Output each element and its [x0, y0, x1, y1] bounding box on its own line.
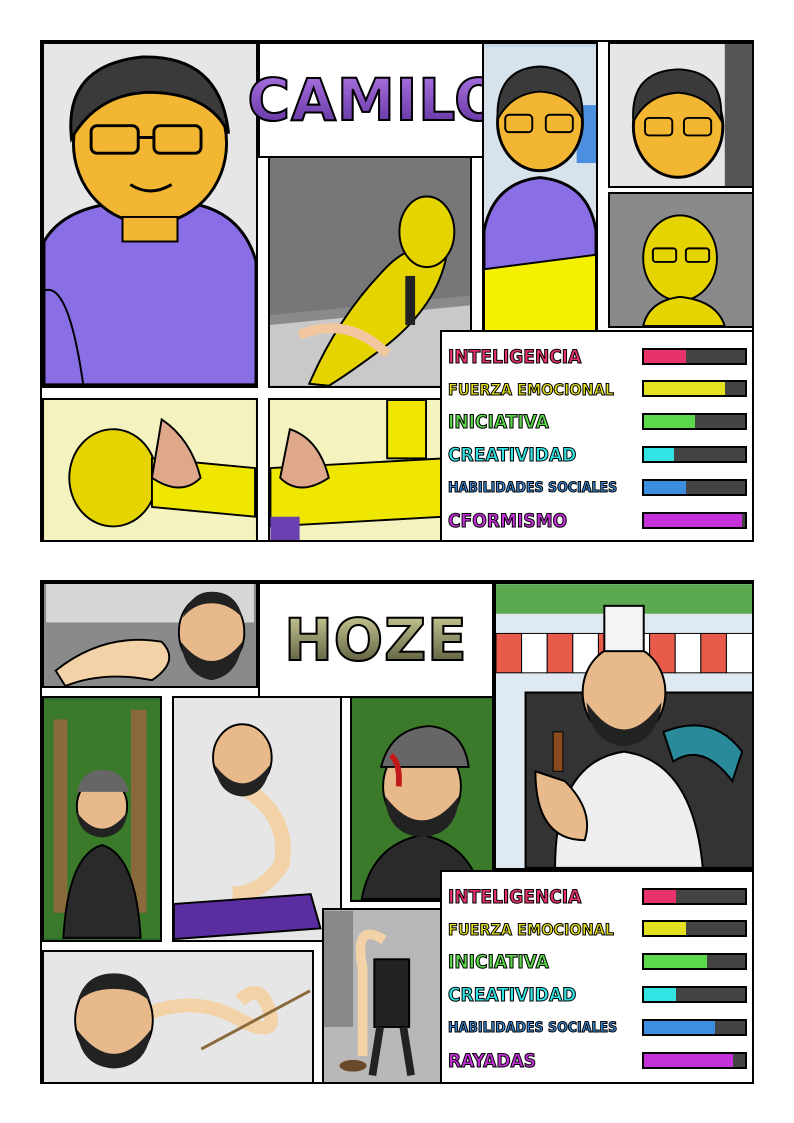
hoze-title-box: HOZE	[258, 582, 494, 698]
camilo-stat-creatividad: CREATIVIDAD	[448, 440, 748, 470]
hoze-name-title: HOZE	[283, 605, 468, 675]
stat-label: RAYADAS	[448, 1050, 537, 1073]
hoze-stat-rayadas: RAYADAS	[448, 1046, 748, 1076]
stat-fill	[644, 1021, 715, 1034]
camilo-portrait-illustration	[44, 45, 256, 386]
stat-fill	[644, 988, 677, 1001]
camilo-sideface-panel	[608, 42, 752, 188]
hoze-stat-habilidades-sociales: HABILIDADES SOCIALES	[448, 1013, 748, 1043]
stat-label: CREATIVIDAD	[448, 984, 577, 1007]
stat-bar	[642, 413, 747, 430]
hoze-icecream-illustration	[496, 584, 752, 868]
stat-label: INICIATIVA	[448, 411, 549, 434]
hoze-street-panel	[322, 908, 446, 1082]
stat-fill	[644, 448, 675, 461]
camilo-transform-illustration	[484, 47, 596, 339]
camilo-golden-face-illustration	[610, 194, 752, 326]
stat-fill	[644, 382, 725, 395]
camilo-stat-inteligencia: INTELIGENCIA	[448, 342, 748, 372]
stat-bar	[642, 512, 747, 529]
camilo-portrait-panel	[42, 42, 258, 388]
stat-label: HABILIDADES SOCIALES	[448, 1020, 618, 1037]
stat-label: HABILIDADES SOCIALES	[448, 480, 618, 497]
camilo-hands-illustration-left	[44, 400, 256, 540]
stat-label: FUERZA EMOCIONAL	[448, 919, 614, 939]
stat-label: FUERZA EMOCIONAL	[448, 379, 614, 399]
camilo-stat-iniciativa: INICIATIVA	[448, 407, 748, 437]
stat-fill	[644, 1054, 733, 1067]
stat-bar	[642, 1019, 747, 1036]
stat-label: INTELIGENCIA	[448, 346, 582, 369]
stat-label: CFORMISMO	[448, 510, 568, 533]
camilo-golden-face-panel	[608, 192, 752, 328]
stat-bar	[642, 986, 747, 1003]
camilo-stat-cformismo: CFORMISMO	[448, 506, 748, 536]
hoze-coil-illustration	[46, 952, 311, 1082]
hoze-stat-inteligencia: INTELIGENCIA	[448, 882, 748, 912]
hoze-stat-creatividad: CREATIVIDAD	[448, 980, 748, 1010]
stat-bar	[642, 380, 747, 397]
hoze-stat-fuerza-emocional: FUERZA EMOCIONAL	[448, 914, 748, 944]
stat-label: INTELIGENCIA	[448, 886, 582, 909]
stat-bar	[642, 1052, 747, 1069]
stat-fill	[644, 922, 687, 935]
stat-fill	[644, 481, 687, 494]
camilo-stat-habilidades-sociales: HABILIDADES SOCIALES	[448, 473, 748, 503]
hoze-arms-illustration	[46, 584, 254, 686]
hoze-comic-page: HOZE INTELIGENCIA FUERZA EMOCIONAL INICI…	[40, 580, 754, 1084]
stat-bar	[642, 920, 747, 937]
hoze-street-illustration	[324, 910, 444, 1082]
camilo-stat-fuerza-emocional: FUERZA EMOCIONAL	[448, 374, 748, 404]
camilo-hands-panel-left	[42, 398, 258, 540]
camilo-transform-panel	[482, 42, 598, 342]
hoze-arms-panel	[42, 582, 258, 688]
hoze-coil-panel	[42, 950, 314, 1082]
camilo-hands-panel-right	[268, 398, 446, 540]
stat-bar	[642, 888, 747, 905]
hoze-forest-panel	[42, 696, 162, 942]
stat-bar	[642, 479, 747, 496]
hoze-icecream-panel	[494, 582, 752, 870]
camilo-comic-page: CAMILO INTELIGENCIA FUERZA EMOCIONAL INI…	[40, 40, 754, 542]
hoze-stats-box: INTELIGENCIA FUERZA EMOCIONAL INICIATIVA…	[440, 870, 752, 1082]
stat-bar	[642, 953, 747, 970]
stat-fill	[644, 514, 742, 527]
stat-label: CREATIVIDAD	[448, 444, 577, 467]
hoze-stat-iniciativa: INICIATIVA	[448, 947, 748, 977]
stat-bar	[642, 446, 747, 463]
stat-fill	[644, 415, 695, 428]
camilo-stats-box: INTELIGENCIA FUERZA EMOCIONAL INICIATIVA…	[440, 330, 752, 540]
hoze-forest-illustration	[44, 700, 160, 939]
camilo-name-title: CAMILO	[247, 65, 505, 135]
hoze-stretch-panel	[172, 696, 342, 942]
stat-fill	[644, 890, 677, 903]
camilo-hands-illustration-right	[270, 400, 444, 540]
camilo-sideface-illustration	[610, 44, 752, 186]
stat-fill	[644, 955, 707, 968]
hoze-stretch-illustration	[174, 698, 340, 940]
camilo-title-box: CAMILO	[247, 42, 504, 158]
stat-bar	[642, 348, 747, 365]
stat-label: INICIATIVA	[448, 951, 549, 974]
stat-fill	[644, 350, 687, 363]
